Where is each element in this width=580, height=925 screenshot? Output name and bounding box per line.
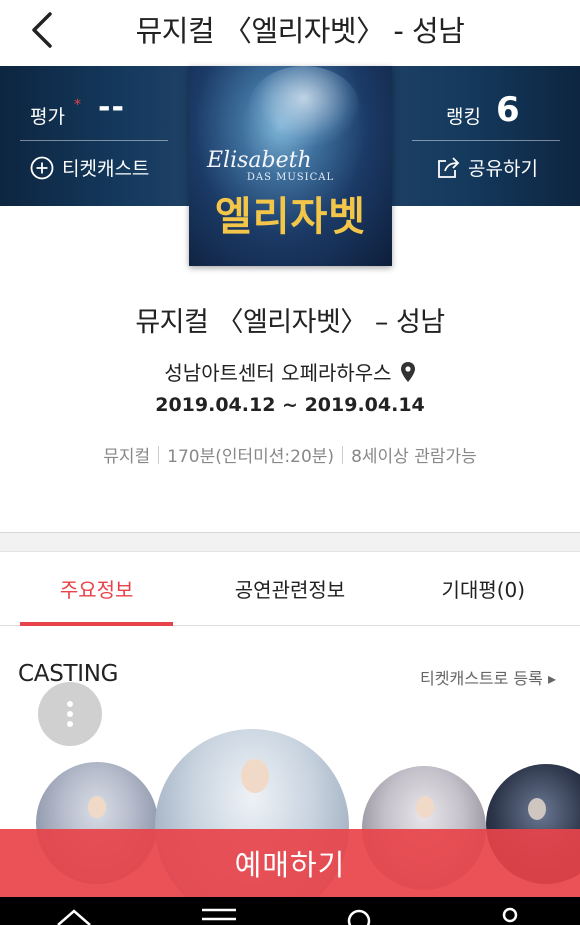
meta-age: 8세이상 관람가능 (351, 447, 477, 467)
show-meta: 뮤지컬 170분(인터미션:20분) 8세이상 관람가능 (0, 442, 580, 467)
meta-runtime: 170분(인터미션:20분) (167, 447, 335, 467)
cast-face (241, 759, 269, 793)
ranking-value: 6 (496, 90, 520, 130)
more-options-button[interactable] (38, 682, 102, 746)
share-icon (438, 156, 460, 178)
cast-face (528, 798, 546, 820)
poster-script-title: Elisabeth (207, 148, 312, 173)
tab-reviews[interactable]: 기대평(0) (387, 552, 580, 625)
venue-name: 성남아트센터 오페라하우스 (164, 361, 392, 385)
rating-label: 평가 (30, 106, 65, 128)
venue-row[interactable]: 성남아트센터 오페라하우스 (0, 357, 580, 386)
book-button[interactable]: 예매하기 (0, 829, 580, 897)
show-poster[interactable]: Elisabeth DAS MUSICAL 엘리자벳 (189, 66, 392, 266)
rating-divider (20, 140, 168, 141)
poster-title: 엘리자벳 (214, 194, 367, 240)
home-icon[interactable] (56, 907, 92, 925)
user-icon[interactable] (498, 907, 522, 925)
show-period: 2019.04.12 ~ 2019.04.14 (155, 394, 425, 416)
ticketcast-label: 티켓캐스트 (62, 158, 150, 180)
cast-face (88, 796, 106, 818)
meta-genre: 뮤지컬 (103, 447, 151, 467)
meta-separator (342, 445, 344, 464)
plus-circle-icon (30, 156, 54, 179)
app-header: 뮤지컬 〈엘리자벳〉 - 성남 (0, 0, 580, 62)
tab-main-info[interactable]: 주요정보 (0, 552, 193, 626)
rating-value: -- (98, 90, 125, 125)
rating-panel (0, 66, 188, 206)
show-title: 뮤지컬 〈엘리자벳〉 – 성남 (135, 307, 445, 338)
poster-subtitle: DAS MUSICAL (246, 172, 335, 183)
location-pin-icon (400, 361, 415, 382)
ticketcast-register-link[interactable]: 티켓캐스트로 등록 ▸ (420, 665, 556, 689)
menu-icon[interactable] (200, 907, 238, 925)
system-nav-bar (0, 897, 580, 925)
cast-face (416, 796, 434, 818)
more-vertical-icon (67, 701, 73, 727)
section-divider (0, 532, 580, 552)
ticketcast-button[interactable]: 티켓캐스트 (30, 154, 149, 181)
meta-separator (158, 445, 160, 464)
search-icon[interactable] (344, 907, 374, 925)
required-star: * (74, 97, 81, 113)
share-button[interactable]: 공유하기 (436, 154, 538, 181)
poster-figure (249, 66, 359, 146)
ranking-label: 랭킹 (446, 106, 481, 128)
page-title: 뮤지컬 〈엘리자벳〉 - 성남 (135, 14, 465, 48)
ranking-divider (412, 140, 560, 141)
tab-show-info[interactable]: 공연관련정보 (193, 552, 386, 625)
tab-bar: 주요정보 공연관련정보 기대평(0) (0, 552, 580, 626)
share-label: 공유하기 (468, 158, 538, 180)
